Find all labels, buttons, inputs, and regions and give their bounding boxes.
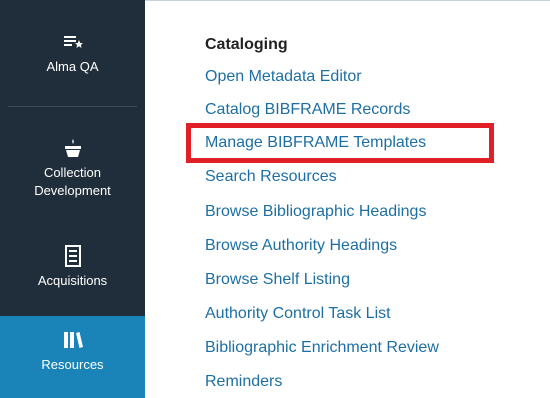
sidebar-item-acquisitions[interactable]: Acquisitions xyxy=(0,244,145,290)
menu-link-open-metadata-editor[interactable]: Open Metadata Editor xyxy=(205,68,362,86)
menu-link-authority-control-task-list[interactable]: Authority Control Task List xyxy=(205,305,391,323)
sidebar-item-label: Resources xyxy=(41,357,104,372)
list-star-icon xyxy=(63,36,83,48)
menu-link-browse-shelf-listing[interactable]: Browse Shelf Listing xyxy=(205,271,350,289)
menu-link-browse-authority-headings[interactable]: Browse Authority Headings xyxy=(205,237,397,255)
highlight-box xyxy=(186,123,494,163)
ledger-icon xyxy=(64,245,81,267)
menu-link-search-resources[interactable]: Search Resources xyxy=(205,168,337,186)
panel-title: Cataloging xyxy=(205,36,288,53)
sidebar-item-label: Alma QA xyxy=(46,59,99,74)
basket-icon xyxy=(64,139,81,157)
menu-link-catalog-bibframe-records[interactable]: Catalog BIBFRAME Records xyxy=(205,101,410,119)
sidebar-divider xyxy=(8,106,137,107)
sidebar-item-collection-development[interactable]: Collection Development xyxy=(0,136,145,200)
sidebar-item-alma-qa[interactable]: Alma QA xyxy=(0,30,145,76)
menu-link-bibliographic-enrichment-review[interactable]: Bibliographic Enrichment Review xyxy=(205,339,439,357)
menu-link-browse-bibliographic-headings[interactable]: Browse Bibliographic Headings xyxy=(205,203,426,221)
menu-link-reminders[interactable]: Reminders xyxy=(205,373,282,391)
sidebar: Alma QA Collection Development Acquisiti… xyxy=(0,0,145,398)
panel-top-border xyxy=(145,0,550,1)
sidebar-item-label: Acquisitions xyxy=(37,273,108,288)
books-icon xyxy=(63,332,83,348)
sidebar-item-resources[interactable]: Resources xyxy=(0,316,145,398)
sidebar-item-label: Collection Development xyxy=(34,165,111,198)
